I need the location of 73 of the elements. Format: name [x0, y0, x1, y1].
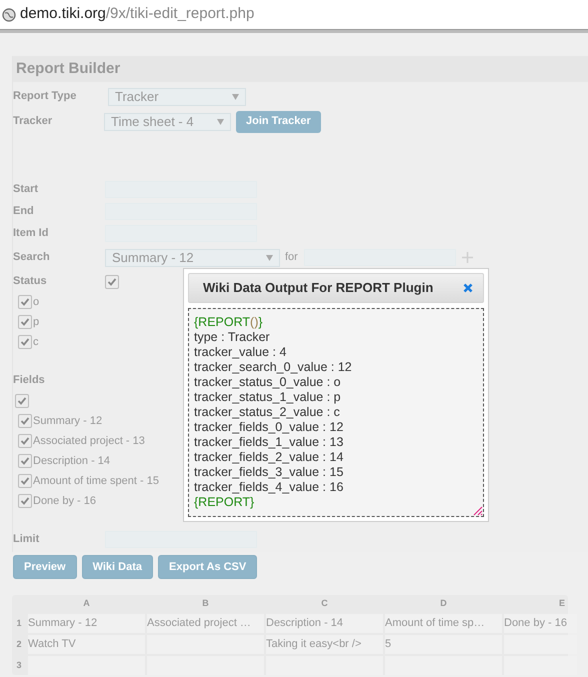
output-line: tracker_fields_3_value : 15: [194, 465, 344, 480]
caret-icon: [266, 254, 273, 260]
row-header[interactable]: 3: [12, 656, 26, 675]
output-line: tracker_fields_4_value : 16: [194, 480, 344, 495]
row-header[interactable]: 2: [12, 635, 26, 654]
field-label: Tracker: [13, 114, 54, 130]
option-label: o: [33, 294, 40, 310]
column-header[interactable]: D: [385, 595, 502, 612]
output-line: tracker_fields_0_value : 12: [194, 420, 344, 435]
table-cell: Watch TV: [28, 635, 145, 654]
output-line: tracker_fields_1_value : 13: [194, 435, 344, 450]
output-line: tracker_status_1_value : p: [194, 390, 342, 405]
checkbox[interactable]: [18, 295, 32, 309]
column-header[interactable]: C: [266, 595, 383, 612]
checkbox[interactable]: [18, 474, 32, 488]
table-cell: Description - 14: [266, 614, 383, 633]
caret-icon: [217, 118, 224, 124]
column-header[interactable]: B: [147, 595, 264, 612]
close-icon[interactable]: [463, 283, 473, 293]
output-line: type : Tracker: [194, 330, 271, 345]
field-label: Item Id: [13, 226, 50, 241]
output-line: {REPORT}: [194, 495, 256, 510]
table-cell: Amount of time sp…: [385, 614, 502, 633]
checkbox[interactable]: [18, 454, 32, 468]
output-line: tracker_search_0_value : 12: [194, 360, 353, 375]
checkbox[interactable]: [15, 394, 29, 408]
table-cell: Associated project …: [147, 614, 264, 633]
select-field[interactable]: Tracker: [108, 88, 246, 106]
dialog-title: Wiki Data Output For REPORT Plugin: [203, 279, 434, 298]
checkbox[interactable]: [18, 315, 32, 329]
output-line: tracker_value : 4: [194, 345, 288, 360]
for-label: for: [285, 250, 298, 266]
option-label: c: [33, 334, 38, 350]
join-tracker-button[interactable]: Join Tracker: [236, 110, 321, 132]
panel-title: Report Builder: [16, 58, 120, 79]
output-textarea[interactable]: [188, 308, 484, 517]
row-header[interactable]: 1: [12, 614, 26, 633]
checkbox[interactable]: [18, 434, 32, 448]
option-label: Done by - 16: [33, 494, 96, 509]
field-label: End: [13, 204, 35, 219]
field-label: Status: [13, 274, 48, 290]
option-label: Description - 14: [33, 454, 110, 469]
field-label: Start: [13, 182, 40, 197]
table-cell: 5: [385, 635, 502, 654]
field-label: Search: [13, 250, 51, 266]
column-header[interactable]: A: [28, 595, 145, 612]
table-cell: Summary - 12: [28, 614, 145, 633]
checkbox[interactable]: [18, 494, 32, 508]
resize-grip-icon[interactable]: [473, 506, 483, 516]
action-button[interactable]: Preview: [13, 555, 77, 579]
checkbox[interactable]: [18, 335, 32, 349]
select-field[interactable]: Time sheet - 4: [104, 112, 231, 130]
output-line: {REPORT()}: [194, 315, 264, 330]
option-label: Summary - 12: [33, 414, 102, 429]
option-label: Amount of time spent - 15: [33, 474, 159, 489]
option-label: p: [33, 314, 40, 330]
table-cell: Taking it easy<br />: [266, 635, 383, 654]
output-line: tracker_status_0_value : o: [194, 375, 342, 390]
globe-icon: [2, 8, 16, 22]
field-label: Limit: [13, 532, 40, 547]
action-button[interactable]: Wiki Data: [82, 555, 154, 579]
output-line: tracker_status_2_value : c: [194, 405, 341, 420]
select-field[interactable]: Summary - 12: [105, 248, 280, 266]
column-header[interactable]: E: [504, 595, 577, 612]
field-label: Fields: [13, 373, 46, 388]
caret-icon: [232, 94, 239, 100]
checkbox[interactable]: [105, 274, 119, 288]
output-line: tracker_fields_2_value : 14: [194, 450, 344, 465]
option-label: Associated project - 13: [33, 434, 145, 449]
check-icon: [107, 276, 117, 286]
checkbox[interactable]: [18, 414, 32, 428]
field-label: Report Type: [13, 89, 78, 104]
action-button[interactable]: Export As CSV: [158, 555, 258, 579]
